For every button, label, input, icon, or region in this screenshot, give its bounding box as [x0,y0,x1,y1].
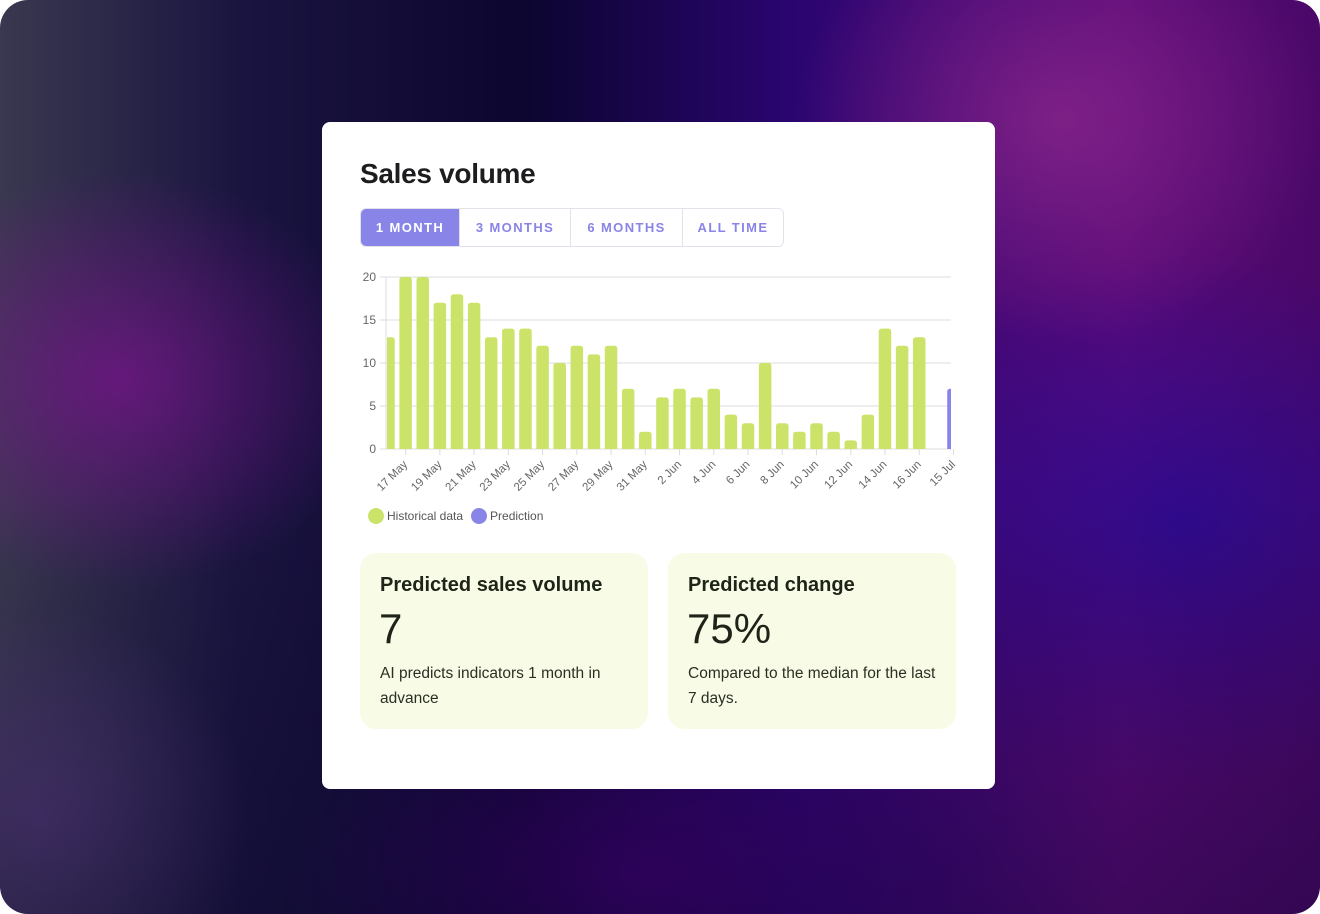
legend-item-historical[interactable]: Historical data [368,508,463,524]
historical-bar [912,337,926,449]
card-title: Sales volume [360,158,536,189]
prediction-dot-icon [471,508,488,524]
historical-bar [387,337,395,449]
historical-bar [878,328,892,449]
x-tick-label: 23 May [478,458,513,493]
stat-title: Predicted change [688,574,855,596]
historical-bar [399,277,412,449]
historical-bar [416,277,429,449]
x-tick-label: 14 Jun [857,459,890,492]
stat-title: Predicted sales volume [380,574,603,596]
historical-bar [467,302,481,449]
x-tick-label: 6 Jun [724,459,752,487]
tab-3-months[interactable]: 3 MONTHS [460,209,571,246]
historical-bar [519,328,532,449]
historical-bar [553,363,566,449]
chart-legend: Historical data Prediction [368,508,543,524]
y-axis-labels: 0 5 10 15 20 [363,270,377,456]
x-tick-label: 8 Jun [758,459,786,487]
predicted-change-card: Predicted change 75% Compared to the med… [668,553,956,729]
historical-bar [690,397,703,449]
x-tick-label: 15 Jul [928,459,958,489]
historical-bar [741,423,755,449]
x-tick-label: 2 Jun [656,459,684,487]
stat-value: 7 [379,605,403,652]
stat-value: 75% [687,605,772,652]
historical-bar [639,431,652,449]
x-tick-label: 19 May [409,458,444,493]
legend-item-prediction[interactable]: Prediction [471,508,543,524]
stat-description: AI predicts indicators 1 month in advanc… [380,665,601,707]
historical-bar [604,345,618,449]
stat-description: Compared to the median for the last 7 da… [688,665,936,707]
historical-bar [776,423,789,449]
historical-dot-icon [368,508,384,524]
historical-bar [621,388,635,449]
x-tick-label: 12 Jun [822,459,855,492]
historical-bar [793,431,806,449]
historical-bar [536,345,549,449]
y-tick-label: 0 [369,442,376,456]
predicted-sales-volume-card: Predicted sales volume 7 AI predicts ind… [360,553,648,729]
x-tick-label: 16 Jun [891,459,924,492]
x-tick-label: 17 May [375,458,410,493]
historical-bar [450,294,464,449]
tab-all-time[interactable]: ALL TIME [683,209,783,246]
legend-prediction-label: Prediction [490,509,544,523]
y-tick-label: 5 [369,399,376,413]
historical-bar [827,431,840,449]
tab-1-month[interactable]: 1 MONTH [361,209,460,246]
x-tick-label: 4 Jun [690,459,718,487]
historical-bar [861,414,875,449]
y-tick-label: 15 [363,313,377,327]
sales-volume-card: Sales volume 1 MONTH 3 MONTHS 6 MONTHS A… [322,122,995,789]
x-tick-label: 29 May [580,458,615,493]
x-axis-labels: 17 May 19 May 21 May 23 May 25 May 27 May 29 M… [375,449,958,494]
historical-bar [484,337,498,449]
historical-bar [502,328,515,449]
y-tick-label: 20 [363,270,377,284]
x-tick-label: 25 May [512,458,547,493]
prediction-bar [947,388,951,449]
sales-bar-chart: 05101520 17 May 19 May 21 May 23 May 25 May 2… [363,270,958,494]
historical-bar [570,345,584,449]
x-tick-label: 21 May [444,458,479,493]
historical-bar [895,345,909,449]
x-tick-label: 27 May [546,458,581,493]
historical-bar [673,388,686,449]
historical-bar [758,363,772,449]
historical-bar [810,423,823,449]
y-tick-label: 10 [363,356,377,370]
x-tick-label: 10 Jun [788,459,821,492]
time-range-tabs: 1 MONTH 3 MONTHS 6 MONTHS ALL TIME [360,208,784,247]
historical-bar [587,354,601,449]
historical-bar [724,414,738,449]
historical-bar [656,397,669,449]
tab-6-months[interactable]: 6 MONTHS [571,209,683,246]
historical-bar [844,440,857,449]
x-tick-label: 31 May [615,458,650,493]
historical-bar [433,302,447,449]
legend-historical-label: Historical data [387,509,464,523]
historical-bar [707,388,721,449]
